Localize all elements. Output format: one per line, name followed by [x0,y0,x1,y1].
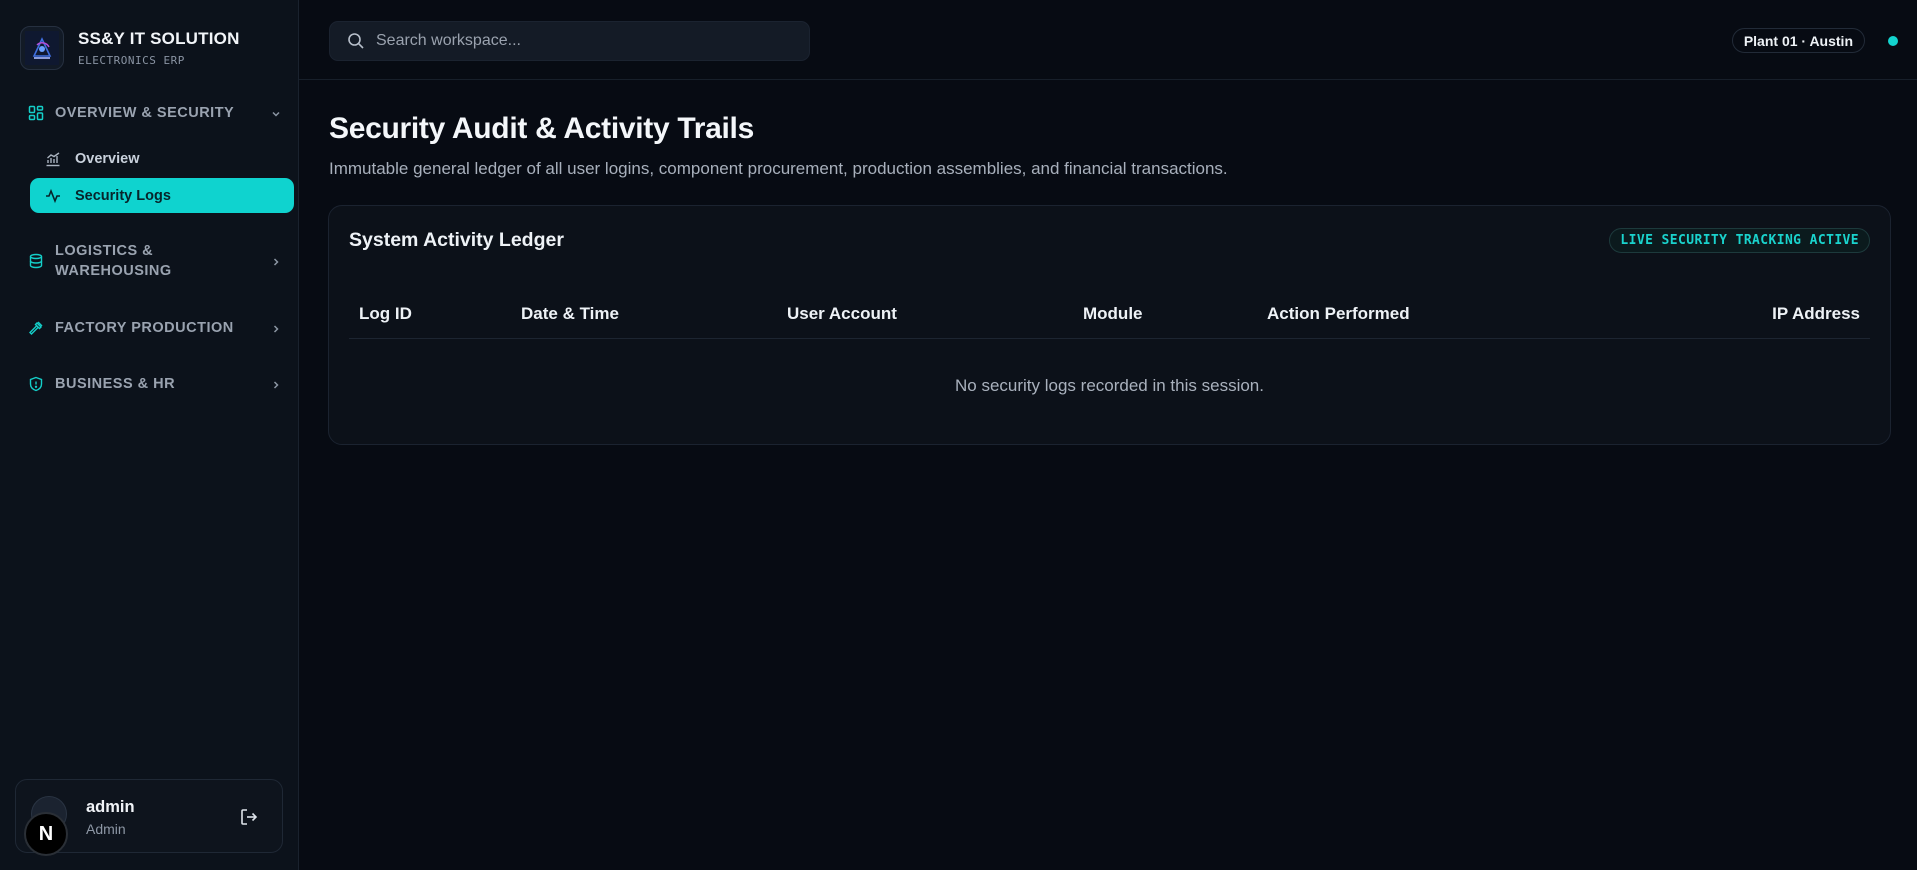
activity-ledger-card: System Activity Ledger LIVE SECURITY TRA… [328,205,1891,445]
plant-location-badge[interactable]: Plant 01 · Austin [1731,28,1865,53]
column-header-date-time: Date & Time [521,304,619,323]
activity-pulse-icon [45,188,61,204]
user-role: Admin [86,821,126,837]
page-title: Security Audit & Activity Trails [329,112,754,145]
sidebar-item-label: Security Logs [75,187,171,204]
chevron-right-icon [270,378,282,390]
chevron-down-icon [270,107,282,119]
dashboard-grid-icon [28,105,44,121]
column-header-user-account: User Account [787,304,897,323]
nav-group-overview-security[interactable]: OVERVIEW & SECURITY [28,103,282,123]
column-header-ip-address: IP Address [1772,304,1860,323]
chevron-right-icon [270,255,282,267]
nav-group-business-hr[interactable]: BUSINESS & HR [28,374,282,394]
logout-icon [241,809,258,825]
sidebar: SS&Y IT SOLUTION ELECTRONICS ERP OVERVIE… [0,0,299,870]
empty-state-message: No security logs recorded in this sessio… [955,376,1264,395]
status-indicator-dot [1888,36,1898,46]
top-bar: Plant 01 · Austin [299,0,1917,80]
chart-line-icon [45,151,61,167]
nav-group-label: OVERVIEW & SECURITY [55,105,235,121]
column-header-module: Module [1083,304,1143,323]
main-content: Plant 01 · Austin Security Audit & Activ… [299,0,1917,870]
nav-group-factory-production[interactable]: FACTORY PRODUCTION [28,318,282,338]
table-header: Log ID Date & Time User Account Module A… [349,304,1870,339]
logout-button[interactable] [238,806,260,828]
page-subtitle: Immutable general ledger of all user log… [329,159,1228,178]
nav-group-logistics-warehousing[interactable]: LOGISTICS & WAREHOUSING [28,241,282,281]
card-title: System Activity Ledger [349,229,564,251]
search-icon [347,32,365,50]
shield-icon [28,376,44,392]
brand-subtitle: ELECTRONICS ERP [78,54,185,67]
live-tracking-badge: LIVE SECURITY TRACKING ACTIVE [1609,228,1870,253]
brand-title: SS&Y IT SOLUTION [78,29,240,48]
chevron-right-icon [270,322,282,334]
nav-group-label: BUSINESS & HR [55,376,176,392]
search-input[interactable] [376,32,796,50]
column-header-log-id: Log ID [359,304,412,323]
brand[interactable]: SS&Y IT SOLUTION ELECTRONICS ERP [20,26,240,70]
sidebar-item-label: Overview [75,150,140,167]
hammer-icon [28,320,44,336]
sidebar-item-security-logs[interactable]: Security Logs [30,178,294,213]
nav-group-label: FACTORY PRODUCTION [55,320,234,336]
company-logo [20,26,64,70]
nav-group-label: LOGISTICS & WAREHOUSING [55,243,172,279]
dev-tools-badge[interactable]: N [24,812,68,856]
user-name: admin [86,798,135,816]
sidebar-item-overview[interactable]: Overview [30,141,294,176]
search-bar[interactable] [329,21,810,61]
column-header-action: Action Performed [1267,304,1410,323]
app-root: SS&Y IT SOLUTION ELECTRONICS ERP OVERVIE… [0,0,1917,870]
database-icon [28,253,44,269]
